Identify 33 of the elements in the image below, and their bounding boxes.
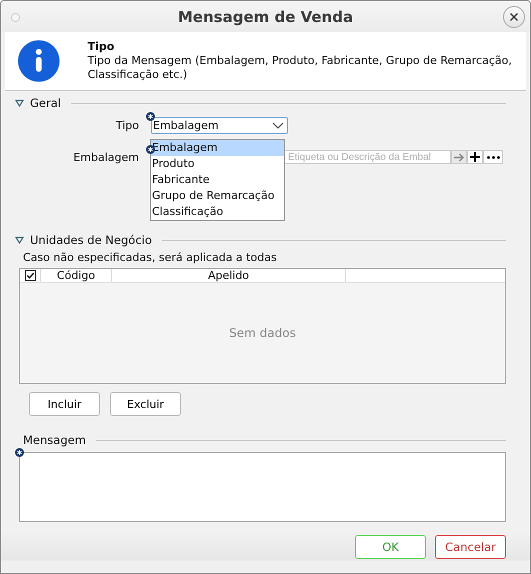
table-action-button[interactable]: Incluir xyxy=(29,392,100,416)
hint-text: Caso não especificadas, será aplicada a todas xyxy=(23,251,278,264)
close-button[interactable] xyxy=(503,6,525,28)
section-title: Mensagem xyxy=(23,433,86,447)
field-label: Tipo xyxy=(114,118,139,132)
checkbox[interactable] xyxy=(24,270,36,281)
dropdown-option[interactable]: Classificação xyxy=(151,204,284,220)
ok-button[interactable]: OK xyxy=(355,535,426,559)
column-header[interactable]: Código xyxy=(41,269,112,282)
window-title: Mensagem de Venda xyxy=(176,8,354,26)
field-label: Embalagem xyxy=(72,150,139,164)
dropdown-option[interactable]: Embalagem xyxy=(151,140,284,156)
message-field[interactable] xyxy=(19,452,506,522)
ellipsis-icon xyxy=(486,156,500,158)
more-button[interactable] xyxy=(483,150,503,164)
section-title: Unidades de Negócio xyxy=(30,233,152,247)
cancel-button[interactable]: Cancelar xyxy=(435,535,506,559)
add-button[interactable] xyxy=(467,150,483,164)
chevron-down-icon xyxy=(272,122,284,128)
dropdown-option[interactable]: Fabricante xyxy=(151,172,284,188)
info-title: Tipo xyxy=(88,40,116,54)
table-action-button[interactable]: Excluir xyxy=(110,392,181,416)
section-title: Geral xyxy=(30,96,61,110)
column-header[interactable]: Apelido xyxy=(112,269,346,282)
collapse-icon[interactable] xyxy=(15,236,24,244)
type-dropdown[interactable]: Embalagem xyxy=(151,116,288,134)
plus-icon xyxy=(470,152,480,162)
dropdown-option[interactable]: Grupo de Remarcação xyxy=(151,188,284,204)
info-description: Tipo da Mensagem (Embalagem, Produto, Fabricante, Grupo de Remarcação, Classificação etc.) xyxy=(88,54,513,82)
close-icon xyxy=(509,12,519,22)
arrow-right-icon xyxy=(454,152,464,162)
empty-message: Sem dados xyxy=(229,326,296,340)
collapse-icon[interactable] xyxy=(15,99,24,107)
